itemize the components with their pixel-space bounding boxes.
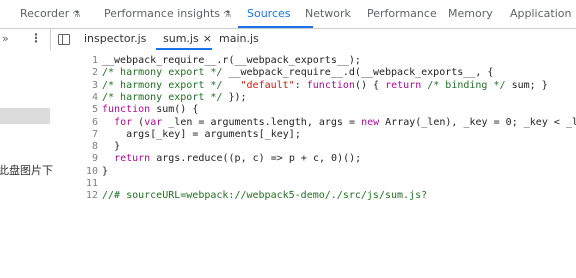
line-number: 3 — [91, 79, 98, 91]
tab-performance[interactable]: Performance — [367, 0, 437, 28]
tab-label: Sources — [247, 7, 291, 20]
line-number: 12 — [86, 190, 98, 202]
navigator-toolbar: » ⋮ — [0, 29, 51, 50]
code-editor[interactable]: 1 __webpack_require__.r(__webpack_exports… — [86, 50, 576, 278]
tab-label: Performance — [367, 7, 437, 20]
tab-label: Network — [305, 7, 351, 20]
line-code: args[_key] = arguments[_key]; — [126, 128, 301, 140]
tab-label: Performance insights — [104, 7, 221, 20]
tab-network[interactable]: Network — [305, 0, 351, 28]
line-number: 4 — [91, 91, 98, 103]
line-code: } — [102, 165, 109, 177]
tab-label: Recorder — [20, 7, 70, 20]
more-options-icon[interactable]: ⋮ — [30, 31, 42, 45]
line-code: } — [114, 141, 121, 153]
navigator-pane: 此盘图片下 — [0, 50, 87, 278]
tab-label: Application — [510, 7, 572, 20]
close-icon[interactable]: × — [203, 32, 212, 45]
sources-toolbar: » ⋮ inspector.js sum.js × main.js — [0, 29, 576, 51]
line-number: 11 — [86, 178, 98, 189]
tab-application[interactable]: Application — [510, 0, 571, 28]
panel-tab-bar: Recorder ⚗ Performance insights ⚗ Sources … — [0, 0, 576, 29]
flask-icon: ⚗ — [223, 10, 232, 20]
file-tab-sum[interactable]: sum.js × — [163, 29, 212, 50]
line-code: /* harmony export */ __webpack_require__… — [102, 67, 494, 79]
navigator-text: 此盘图片下 — [0, 164, 53, 177]
tab-recorder[interactable]: Recorder ⚗ — [20, 0, 80, 28]
line-code: __webpack_require__.r(__webpack_exports_… — [102, 55, 361, 66]
toggle-navigator-icon[interactable] — [58, 34, 70, 45]
file-tab-inspector[interactable]: inspector.js — [84, 29, 146, 50]
line-number: 9 — [91, 153, 98, 165]
line-number: 6 — [91, 116, 98, 128]
flask-icon: ⚗ — [72, 10, 81, 20]
tab-performance-insights[interactable]: Performance insights ⚗ — [104, 0, 231, 28]
tab-label: Memory — [448, 7, 493, 20]
line-number: 5 — [91, 104, 98, 116]
line-number: 2 — [91, 67, 98, 79]
selected-tree-item[interactable] — [0, 108, 50, 124]
line-code: return args.reduce((p, c) => p + c, 0)()… — [114, 153, 362, 165]
line-code: /* harmony export */ }); — [102, 91, 247, 103]
line-number: 10 — [86, 165, 98, 177]
file-tab-label: sum.js — [163, 32, 199, 45]
line-code: //# sourceURL=webpack://webpack5-demo/./… — [102, 190, 428, 202]
tab-sources[interactable]: Sources — [247, 0, 291, 28]
tab-memory[interactable]: Memory — [448, 0, 493, 28]
line-number: 8 — [91, 141, 98, 153]
file-tab-label: main.js — [219, 32, 259, 45]
more-tabs-icon[interactable]: » — [2, 32, 9, 45]
active-tab-indicator — [238, 26, 313, 28]
line-number: 1 — [91, 55, 98, 66]
file-tab-main[interactable]: main.js — [219, 29, 259, 50]
file-tab-label: inspector.js — [84, 32, 147, 45]
line-code: /* harmony export */ "default": function… — [102, 79, 548, 91]
line-code: function sum() { — [102, 104, 199, 116]
line-number: 7 — [91, 128, 98, 140]
line-code: for (var _len = arguments.length, args =… — [114, 116, 576, 128]
